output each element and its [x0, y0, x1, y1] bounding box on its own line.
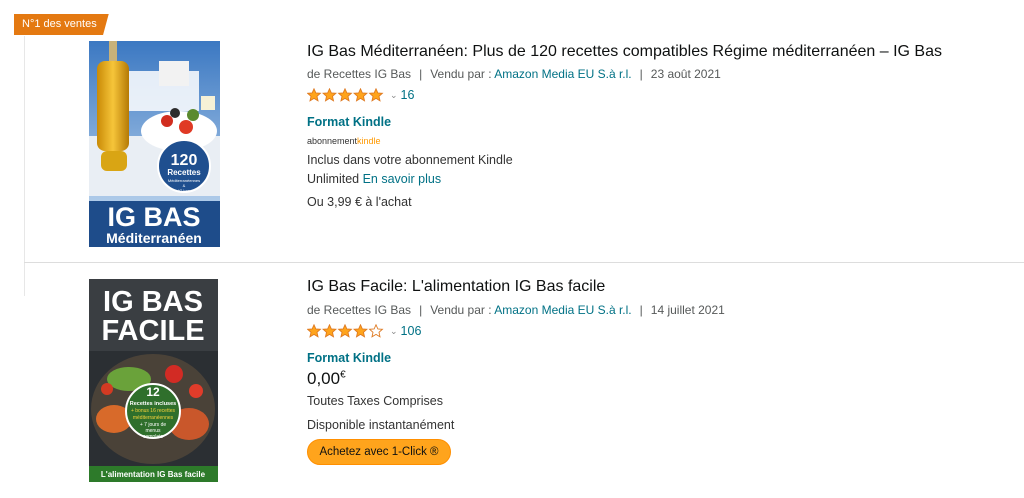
cover-title: IG BAS [103, 286, 203, 318]
cover-subtitle: Méditerranéen [106, 230, 202, 246]
buy-one-click-button[interactable]: Achetez avec 1-Click ® [307, 439, 451, 465]
learn-more-link[interactable]: En savoir plus [363, 172, 442, 186]
book-cover[interactable]: IG BAS FACILE 12 Recettes incluses + bon… [89, 279, 218, 482]
publish-date: 23 août 2021 [650, 67, 721, 81]
price: 0,00€ [307, 369, 346, 388]
product-title[interactable]: IG Bas Facile: L'alimentation IG Bas fac… [307, 278, 605, 296]
rating[interactable]: ⌄ 16 [307, 88, 414, 102]
chevron-down-icon: ⌄ [390, 325, 398, 336]
sold-by-label: Vendu par : [430, 67, 492, 81]
star-rating-icon [307, 324, 387, 338]
cover-sub1: Recettes [167, 168, 201, 177]
cover-sub6: complets [143, 434, 164, 440]
star-rating-icon [307, 88, 387, 102]
book-cover[interactable]: 120 Recettes Méditerranéennes & IG bas I… [89, 41, 220, 247]
publish-date: 14 juillet 2021 [650, 303, 725, 317]
availability-text: Disponible instantanément [307, 418, 455, 432]
seller-link[interactable]: Amazon Media EU S.à r.l. [494, 303, 631, 317]
cover-sub4: IG bas [178, 188, 190, 193]
best-seller-badge: N°1 des ventes [14, 14, 109, 35]
buy-price: Ou 3,99 € à l'achat [307, 195, 412, 209]
kindle-unlimited-logo: abonnementkindle [307, 136, 381, 146]
cover-bottom: L'alimentation IG Bas facile [101, 470, 206, 479]
rating[interactable]: ⌄ 106 [307, 324, 421, 338]
author: de Recettes IG Bas [307, 67, 412, 81]
result-card-1: 120 Recettes Méditerranéennes & IG bas I… [24, 0, 1024, 262]
result-card-2: IG BAS FACILE 12 Recettes incluses + bon… [24, 262, 1024, 498]
cover-sub2: + bonus 16 recettes [131, 408, 176, 414]
rating-count[interactable]: 16 [401, 88, 415, 102]
cover-title: IG BAS [107, 202, 200, 232]
cover-count: 12 [146, 385, 160, 399]
product-title[interactable]: IG Bas Méditerranéen: Plus de 120 recett… [307, 43, 942, 61]
cover-subtitle: FACILE [101, 315, 204, 347]
rating-count[interactable]: 106 [401, 324, 422, 338]
sold-by-label: Vendu par : [430, 303, 492, 317]
format-link[interactable]: Format Kindle [307, 351, 391, 365]
included-text: Inclus dans votre abonnement Kindle [307, 153, 513, 167]
author: de Recettes IG Bas [307, 303, 412, 317]
chevron-down-icon: ⌄ [390, 89, 398, 100]
product-meta: de Recettes IG Bas | Vendu par : Amazon Me… [307, 303, 725, 317]
format-link[interactable]: Format Kindle [307, 115, 391, 129]
taxes-text: Toutes Taxes Comprises [307, 394, 443, 408]
included-text-2: Unlimited En savoir plus [307, 172, 442, 186]
cover-sub1: Recettes incluses [130, 401, 176, 407]
cover-sub3: méditerranéennes [133, 415, 174, 421]
cover-count: 120 [171, 152, 198, 169]
product-meta: de Recettes IG Bas | Vendu par : Amazon Me… [307, 67, 721, 81]
seller-link[interactable]: Amazon Media EU S.à r.l. [494, 67, 631, 81]
